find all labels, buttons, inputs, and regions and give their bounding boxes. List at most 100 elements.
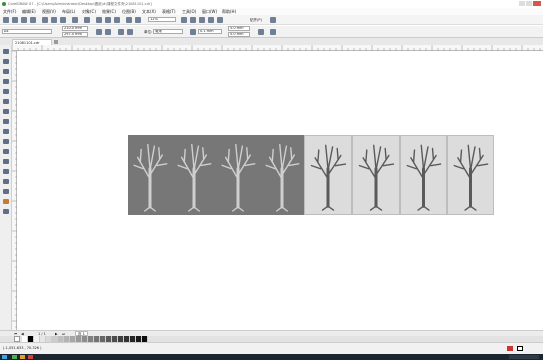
export-icon[interactable] bbox=[114, 17, 120, 23]
page-height-field[interactable]: 297.0 mm bbox=[62, 32, 88, 37]
zoom-tool-icon[interactable] bbox=[3, 79, 9, 84]
print-icon[interactable] bbox=[30, 17, 36, 23]
tree-tile-dark-2[interactable] bbox=[172, 135, 216, 215]
import-icon[interactable] bbox=[105, 17, 111, 23]
tree-branch bbox=[422, 146, 429, 172]
tree-image bbox=[177, 143, 212, 212]
connector-tool-icon[interactable] bbox=[3, 159, 9, 164]
taskbar-app-icon[interactable] bbox=[20, 355, 25, 359]
cursor-coordinates: (-1,051.633 , 70.326 ) bbox=[3, 346, 42, 350]
new-document-icon[interactable] bbox=[3, 17, 9, 23]
treat-as-filled-icon[interactable] bbox=[258, 29, 264, 35]
tree-image-strip[interactable] bbox=[128, 135, 494, 215]
interactive-fill-tool-icon[interactable] bbox=[3, 199, 9, 204]
snap-icon[interactable] bbox=[217, 17, 223, 23]
search-content-icon[interactable] bbox=[96, 17, 102, 23]
tree-image bbox=[133, 143, 168, 212]
tree-branch bbox=[202, 147, 205, 160]
redo-icon[interactable] bbox=[84, 17, 90, 23]
tree-branch bbox=[147, 143, 151, 170]
freehand-tool-icon[interactable] bbox=[3, 89, 9, 94]
taskbar-app-icon[interactable] bbox=[28, 355, 33, 359]
tree-tile-dark-1[interactable] bbox=[128, 135, 172, 215]
standard-toolbar: 12% 贴齐(P) bbox=[0, 15, 543, 25]
taskbar-app-icon[interactable] bbox=[12, 355, 17, 359]
application-launcher-icon[interactable] bbox=[135, 17, 141, 23]
page-width-field[interactable]: 210.0 mm bbox=[62, 26, 88, 31]
smart-fill-tool-icon[interactable] bbox=[3, 209, 9, 214]
artistic-media-tool-icon[interactable] bbox=[3, 99, 9, 104]
page-size-select[interactable]: A4 bbox=[2, 29, 52, 34]
outline-indicator-icon[interactable] bbox=[517, 346, 523, 351]
toolbox bbox=[0, 45, 12, 330]
portrait-icon[interactable] bbox=[96, 29, 102, 35]
tree-tile-dark-4[interactable] bbox=[260, 135, 304, 215]
tree-tile-dark-3[interactable] bbox=[216, 135, 260, 215]
tree-branch bbox=[317, 149, 320, 163]
ellipse-tool-icon[interactable] bbox=[3, 119, 9, 124]
tree-branch bbox=[144, 206, 151, 212]
tree-branch bbox=[279, 143, 283, 170]
pick-tool-icon[interactable] bbox=[3, 49, 9, 54]
tree-tile-light-4[interactable] bbox=[447, 135, 494, 215]
app-icon bbox=[2, 2, 6, 6]
tree-tile-light-1[interactable] bbox=[304, 135, 352, 215]
add-tab-icon[interactable] bbox=[54, 40, 58, 44]
maximize-button[interactable] bbox=[526, 1, 532, 6]
add-page-icon[interactable] bbox=[270, 29, 276, 35]
tree-branch bbox=[288, 163, 300, 167]
zoom-level-select[interactable]: 12% bbox=[148, 17, 176, 22]
rectangle-tool-icon[interactable] bbox=[3, 109, 9, 114]
document-tabs: 21081101.cdr bbox=[0, 38, 543, 45]
tree-tile-light-3[interactable] bbox=[400, 135, 447, 215]
all-pages-icon[interactable] bbox=[118, 29, 124, 35]
show-guidelines-icon[interactable] bbox=[208, 17, 214, 23]
transparency-tool-icon[interactable] bbox=[3, 179, 9, 184]
parallel-dimension-tool-icon[interactable] bbox=[3, 149, 9, 154]
show-grid-icon[interactable] bbox=[199, 17, 205, 23]
tree-image bbox=[221, 143, 256, 212]
tree-branch bbox=[469, 146, 476, 172]
paste-icon[interactable] bbox=[60, 17, 66, 23]
duplicate-distance-x-field[interactable]: 5.0 mm bbox=[228, 26, 250, 31]
crop-tool-icon[interactable] bbox=[3, 69, 9, 74]
open-icon[interactable] bbox=[12, 17, 18, 23]
text-tool-icon[interactable] bbox=[3, 139, 9, 144]
options-icon[interactable] bbox=[270, 17, 276, 23]
full-screen-icon[interactable] bbox=[181, 17, 187, 23]
tree-branch bbox=[177, 164, 188, 170]
tree-branch bbox=[180, 156, 195, 180]
snap-to-dropdown[interactable]: 贴齐(P) bbox=[250, 18, 262, 23]
tree-branch bbox=[459, 149, 463, 163]
system-tray[interactable] bbox=[509, 355, 539, 359]
polygon-tool-icon[interactable] bbox=[3, 129, 9, 134]
current-page-icon[interactable] bbox=[127, 29, 133, 35]
undo-icon[interactable] bbox=[72, 17, 78, 23]
tree-branch bbox=[276, 206, 283, 212]
nudge-distance-field[interactable]: 0.1 mm bbox=[198, 29, 222, 34]
tree-image bbox=[310, 144, 347, 211]
status-bar: (-1,051.633 , 70.326 ) bbox=[0, 342, 543, 354]
landscape-icon[interactable] bbox=[105, 29, 111, 35]
cut-icon[interactable] bbox=[42, 17, 48, 23]
tree-branch bbox=[478, 147, 482, 161]
tree-branch bbox=[369, 205, 377, 211]
save-icon[interactable] bbox=[21, 17, 27, 23]
tree-branch bbox=[265, 164, 276, 170]
minimize-button[interactable] bbox=[519, 1, 525, 6]
tree-tile-light-2[interactable] bbox=[352, 135, 400, 215]
duplicate-distance-y-field[interactable]: 5.0 mm bbox=[228, 32, 250, 37]
publish-pdf-icon[interactable] bbox=[126, 17, 132, 23]
shape-tool-icon[interactable] bbox=[3, 59, 9, 64]
tree-branch bbox=[232, 206, 239, 212]
drop-shadow-tool-icon[interactable] bbox=[3, 169, 9, 174]
fill-indicator-icon[interactable] bbox=[507, 346, 513, 351]
copy-icon[interactable] bbox=[51, 17, 57, 23]
eyedropper-tool-icon[interactable] bbox=[3, 189, 9, 194]
tree-image bbox=[358, 144, 395, 211]
units-select[interactable]: 毫米 bbox=[153, 29, 183, 34]
close-button[interactable] bbox=[533, 1, 541, 6]
tree-branch bbox=[158, 147, 161, 160]
show-rulers-icon[interactable] bbox=[190, 17, 196, 23]
start-button-icon[interactable] bbox=[2, 355, 7, 359]
